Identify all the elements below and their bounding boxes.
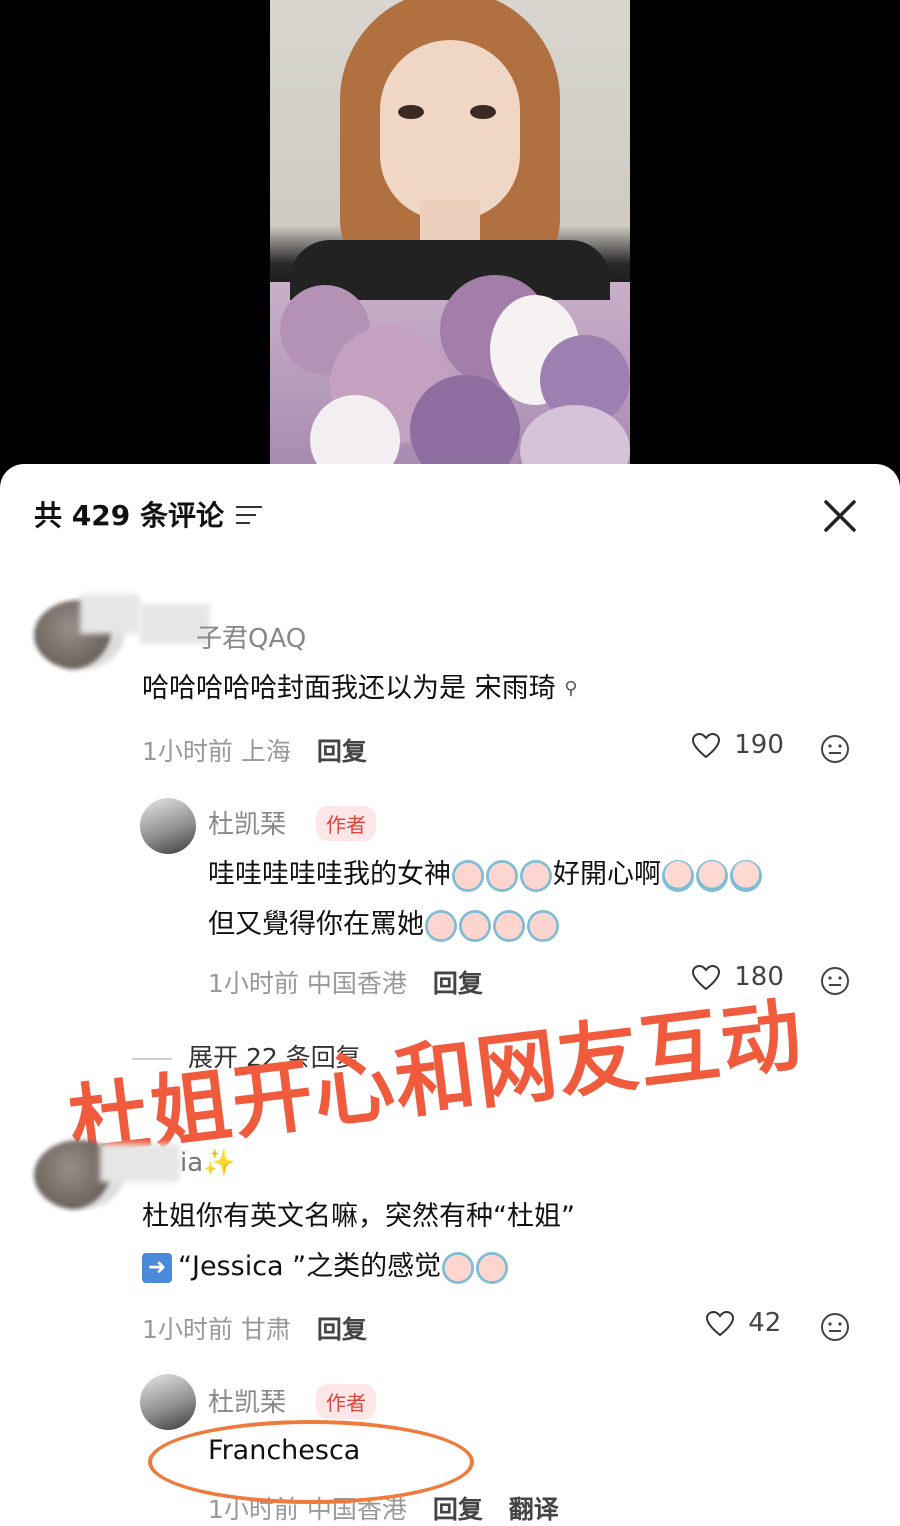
author-badge: 作者 — [316, 806, 376, 841]
mosaic-blur — [80, 594, 140, 634]
mosaic-blur — [100, 1144, 180, 1182]
reply-button[interactable]: 回复 — [433, 969, 483, 998]
comment-meta: 1小时前 上海 回复 — [142, 732, 367, 768]
comments-count-title: 共 429 条评论 — [34, 499, 224, 532]
crying-emoji-icon — [493, 909, 525, 942]
close-icon[interactable] — [820, 496, 860, 536]
translate-button[interactable]: 翻译 — [509, 1495, 559, 1524]
emoji-icon[interactable] — [820, 734, 850, 764]
crying-emoji-icon — [459, 909, 491, 942]
comment-text: 哈哈哈哈哈封面我还以为是 宋雨琦 ⚲ — [142, 664, 577, 714]
heart-icon — [692, 732, 720, 758]
reply-text-line1b: 好開心啊 — [553, 859, 661, 890]
reply-username[interactable]: 杜凯琹 — [208, 804, 286, 841]
comment-text: 杜姐你有英文名嘛，突然有种“杜姐” ➜ “Jessica ”之类的感觉 — [142, 1192, 575, 1292]
arrow-right-icon: ➜ — [142, 1252, 172, 1283]
reply-text-line2: 但又覺得你在罵她 — [208, 909, 424, 940]
comment-time: 1小时前 — [142, 1315, 233, 1344]
author-badge: 作者 — [316, 1384, 376, 1419]
avatar[interactable] — [140, 1374, 196, 1430]
reply-meta: 1小时前 中国香港 回复 — [208, 964, 483, 1000]
crying-emoji-icon — [442, 1251, 475, 1284]
reply-button[interactable]: 回复 — [317, 737, 367, 766]
like-count: 42 — [748, 1308, 782, 1338]
video-person-face — [380, 40, 520, 220]
video-frame — [270, 0, 630, 470]
crying-emoji-icon — [486, 859, 518, 892]
reply-text-line1: 哇哇哇哇哇我的女神 — [208, 859, 451, 890]
filter-icon[interactable] — [236, 506, 262, 526]
laughing-emoji-icon — [730, 859, 762, 892]
comment-text-line1: 杜姐你有英文名嘛，突然有种“杜姐” — [142, 1201, 575, 1232]
reply-time: 1小时前 — [208, 969, 299, 998]
crying-emoji-icon — [520, 859, 552, 892]
heart-icon — [706, 1310, 734, 1336]
comment-location: 上海 — [240, 737, 291, 766]
like-button[interactable]: 190 — [692, 730, 784, 760]
bottom-watermark — [620, 1490, 890, 1510]
comment-meta: 1小时前 甘肃 回复 — [142, 1310, 367, 1346]
reply-button[interactable]: 回复 — [317, 1315, 367, 1344]
reply-location: 中国香港 — [306, 969, 407, 998]
like-count: 190 — [734, 730, 784, 760]
comment-text-line2: “Jessica ”之类的感觉 — [178, 1251, 442, 1282]
crying-emoji-icon — [425, 909, 457, 942]
emoji-icon[interactable] — [820, 966, 850, 996]
video-person-eye-right — [470, 105, 496, 119]
comment-location: 甘肃 — [240, 1315, 291, 1344]
like-button[interactable]: 42 — [706, 1308, 781, 1338]
crying-emoji-icon — [476, 1251, 509, 1284]
laughing-emoji-icon — [662, 859, 694, 892]
crying-emoji-icon — [527, 909, 559, 942]
comment-time: 1小时前 — [142, 737, 233, 766]
reply-username[interactable]: 杜凯琹 — [208, 1382, 286, 1419]
highlight-ellipse — [148, 1420, 474, 1504]
emoji-icon[interactable] — [820, 1312, 850, 1342]
comment-username[interactable]: 子君QAQ — [196, 618, 306, 655]
comments-panel: 共 429 条评论 子君QAQ 哈哈哈哈哈封面我还以为是 宋雨琦 ⚲ 1小时前 … — [0, 464, 900, 1526]
search-icon-small[interactable]: ⚲ — [564, 678, 577, 699]
laughing-emoji-icon — [696, 859, 728, 892]
reply-text: 哇哇哇哇哇我的女神 好開心啊 但又覺得你在罵她 — [208, 850, 763, 950]
comment-text-content: 哈哈哈哈哈封面我还以为是 宋雨琦 — [142, 673, 556, 704]
crying-emoji-icon — [452, 859, 484, 892]
video-player[interactable] — [0, 0, 900, 470]
comment-username[interactable]: ia✨ — [180, 1148, 236, 1178]
flower-bouquet — [270, 265, 630, 470]
video-person-eye-left — [398, 105, 424, 119]
reply-button[interactable]: 回复 — [433, 1495, 483, 1524]
avatar[interactable] — [140, 798, 196, 854]
